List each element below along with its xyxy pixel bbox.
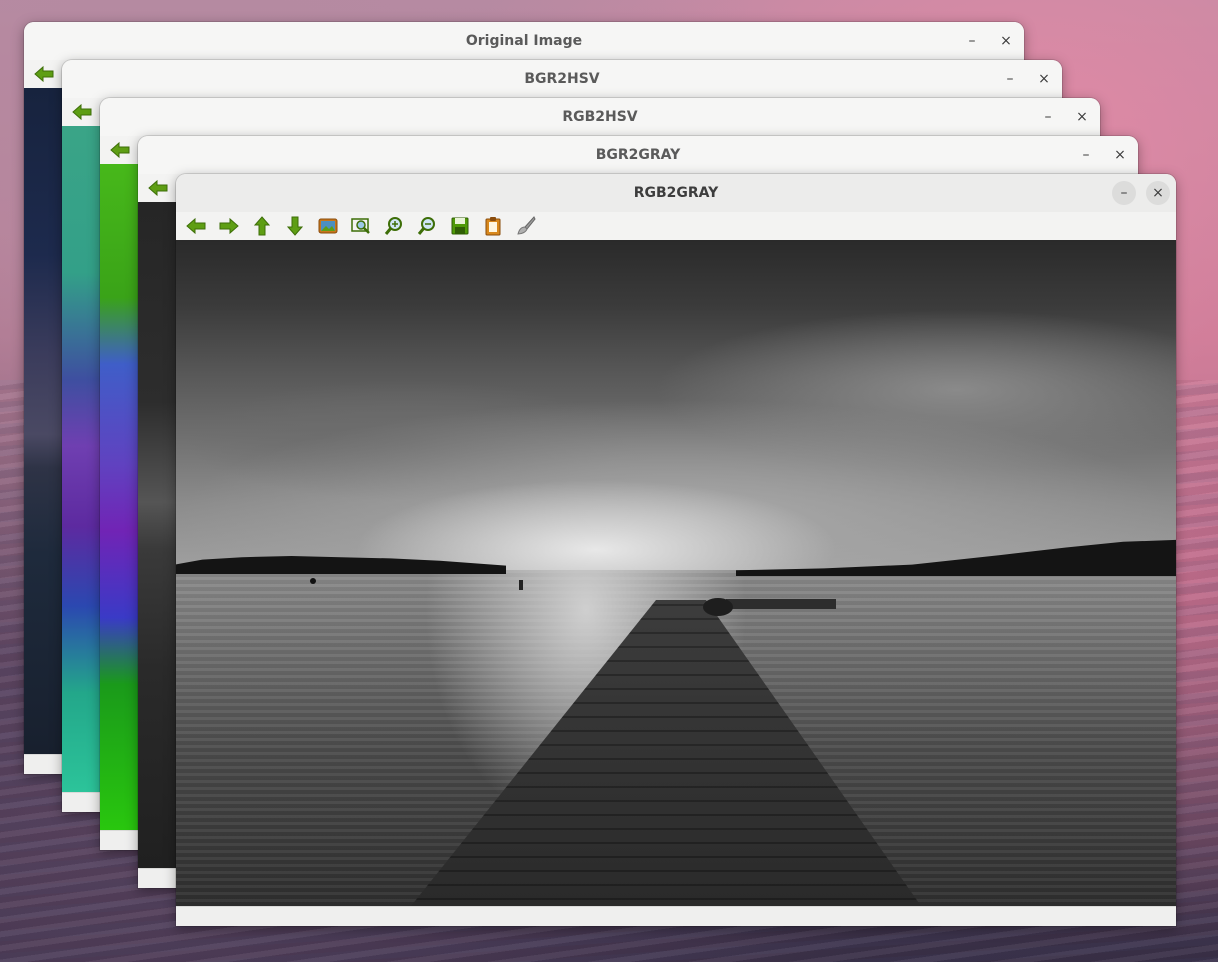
window-rgb2gray[interactable]: RGB2GRAY – × <box>176 174 1176 926</box>
zoom-in-icon[interactable] <box>382 214 406 238</box>
grayscale-photo <box>176 240 1176 906</box>
window-title: RGB2GRAY <box>633 185 719 201</box>
pan-right-icon[interactable] <box>217 214 241 238</box>
save-icon[interactable] <box>448 214 472 238</box>
window-title: BGR2HSV <box>524 71 600 87</box>
titlebar[interactable]: RGB2HSV – × <box>100 98 1100 137</box>
photo-sky <box>176 240 1176 570</box>
minimize-button[interactable]: – <box>1074 143 1098 167</box>
zoom-in-fit-icon[interactable] <box>316 214 340 238</box>
photo-boat <box>703 598 733 616</box>
window-title: RGB2HSV <box>562 109 638 125</box>
window-title: Original Image <box>465 33 583 49</box>
titlebar[interactable]: BGR2GRAY – × <box>138 136 1138 175</box>
image-view[interactable] <box>176 240 1176 906</box>
pan-left-icon[interactable] <box>32 62 56 86</box>
close-button[interactable]: × <box>1032 67 1056 91</box>
close-button[interactable]: × <box>1146 181 1170 205</box>
minimize-button[interactable]: – <box>1036 105 1060 129</box>
properties-brush-icon[interactable] <box>514 214 538 238</box>
window-title: BGR2GRAY <box>595 147 681 163</box>
titlebar[interactable]: Original Image – × <box>24 22 1024 61</box>
minimize-button[interactable]: – <box>960 29 984 53</box>
photo-buoy <box>310 578 316 584</box>
titlebar[interactable]: RGB2GRAY – × <box>176 174 1176 213</box>
copy-clipboard-icon[interactable] <box>481 214 505 238</box>
minimize-button[interactable]: – <box>998 67 1022 91</box>
titlebar[interactable]: BGR2HSV – × <box>62 60 1062 99</box>
pan-left-icon[interactable] <box>108 138 132 162</box>
minimize-button[interactable]: – <box>1112 181 1136 205</box>
photo-swan <box>519 580 523 590</box>
pan-down-icon[interactable] <box>283 214 307 238</box>
zoom-out-icon[interactable] <box>415 214 439 238</box>
status-bar <box>176 906 1176 926</box>
close-button[interactable]: × <box>1070 105 1094 129</box>
pan-left-icon[interactable] <box>146 176 170 200</box>
toolbar <box>176 212 1176 240</box>
close-button[interactable]: × <box>1108 143 1132 167</box>
pan-left-icon[interactable] <box>70 100 94 124</box>
pan-left-icon[interactable] <box>184 214 208 238</box>
photo-dock-side <box>726 599 836 609</box>
close-button[interactable]: × <box>994 29 1018 53</box>
zoom-to-area-icon[interactable] <box>349 214 373 238</box>
pan-up-icon[interactable] <box>250 214 274 238</box>
